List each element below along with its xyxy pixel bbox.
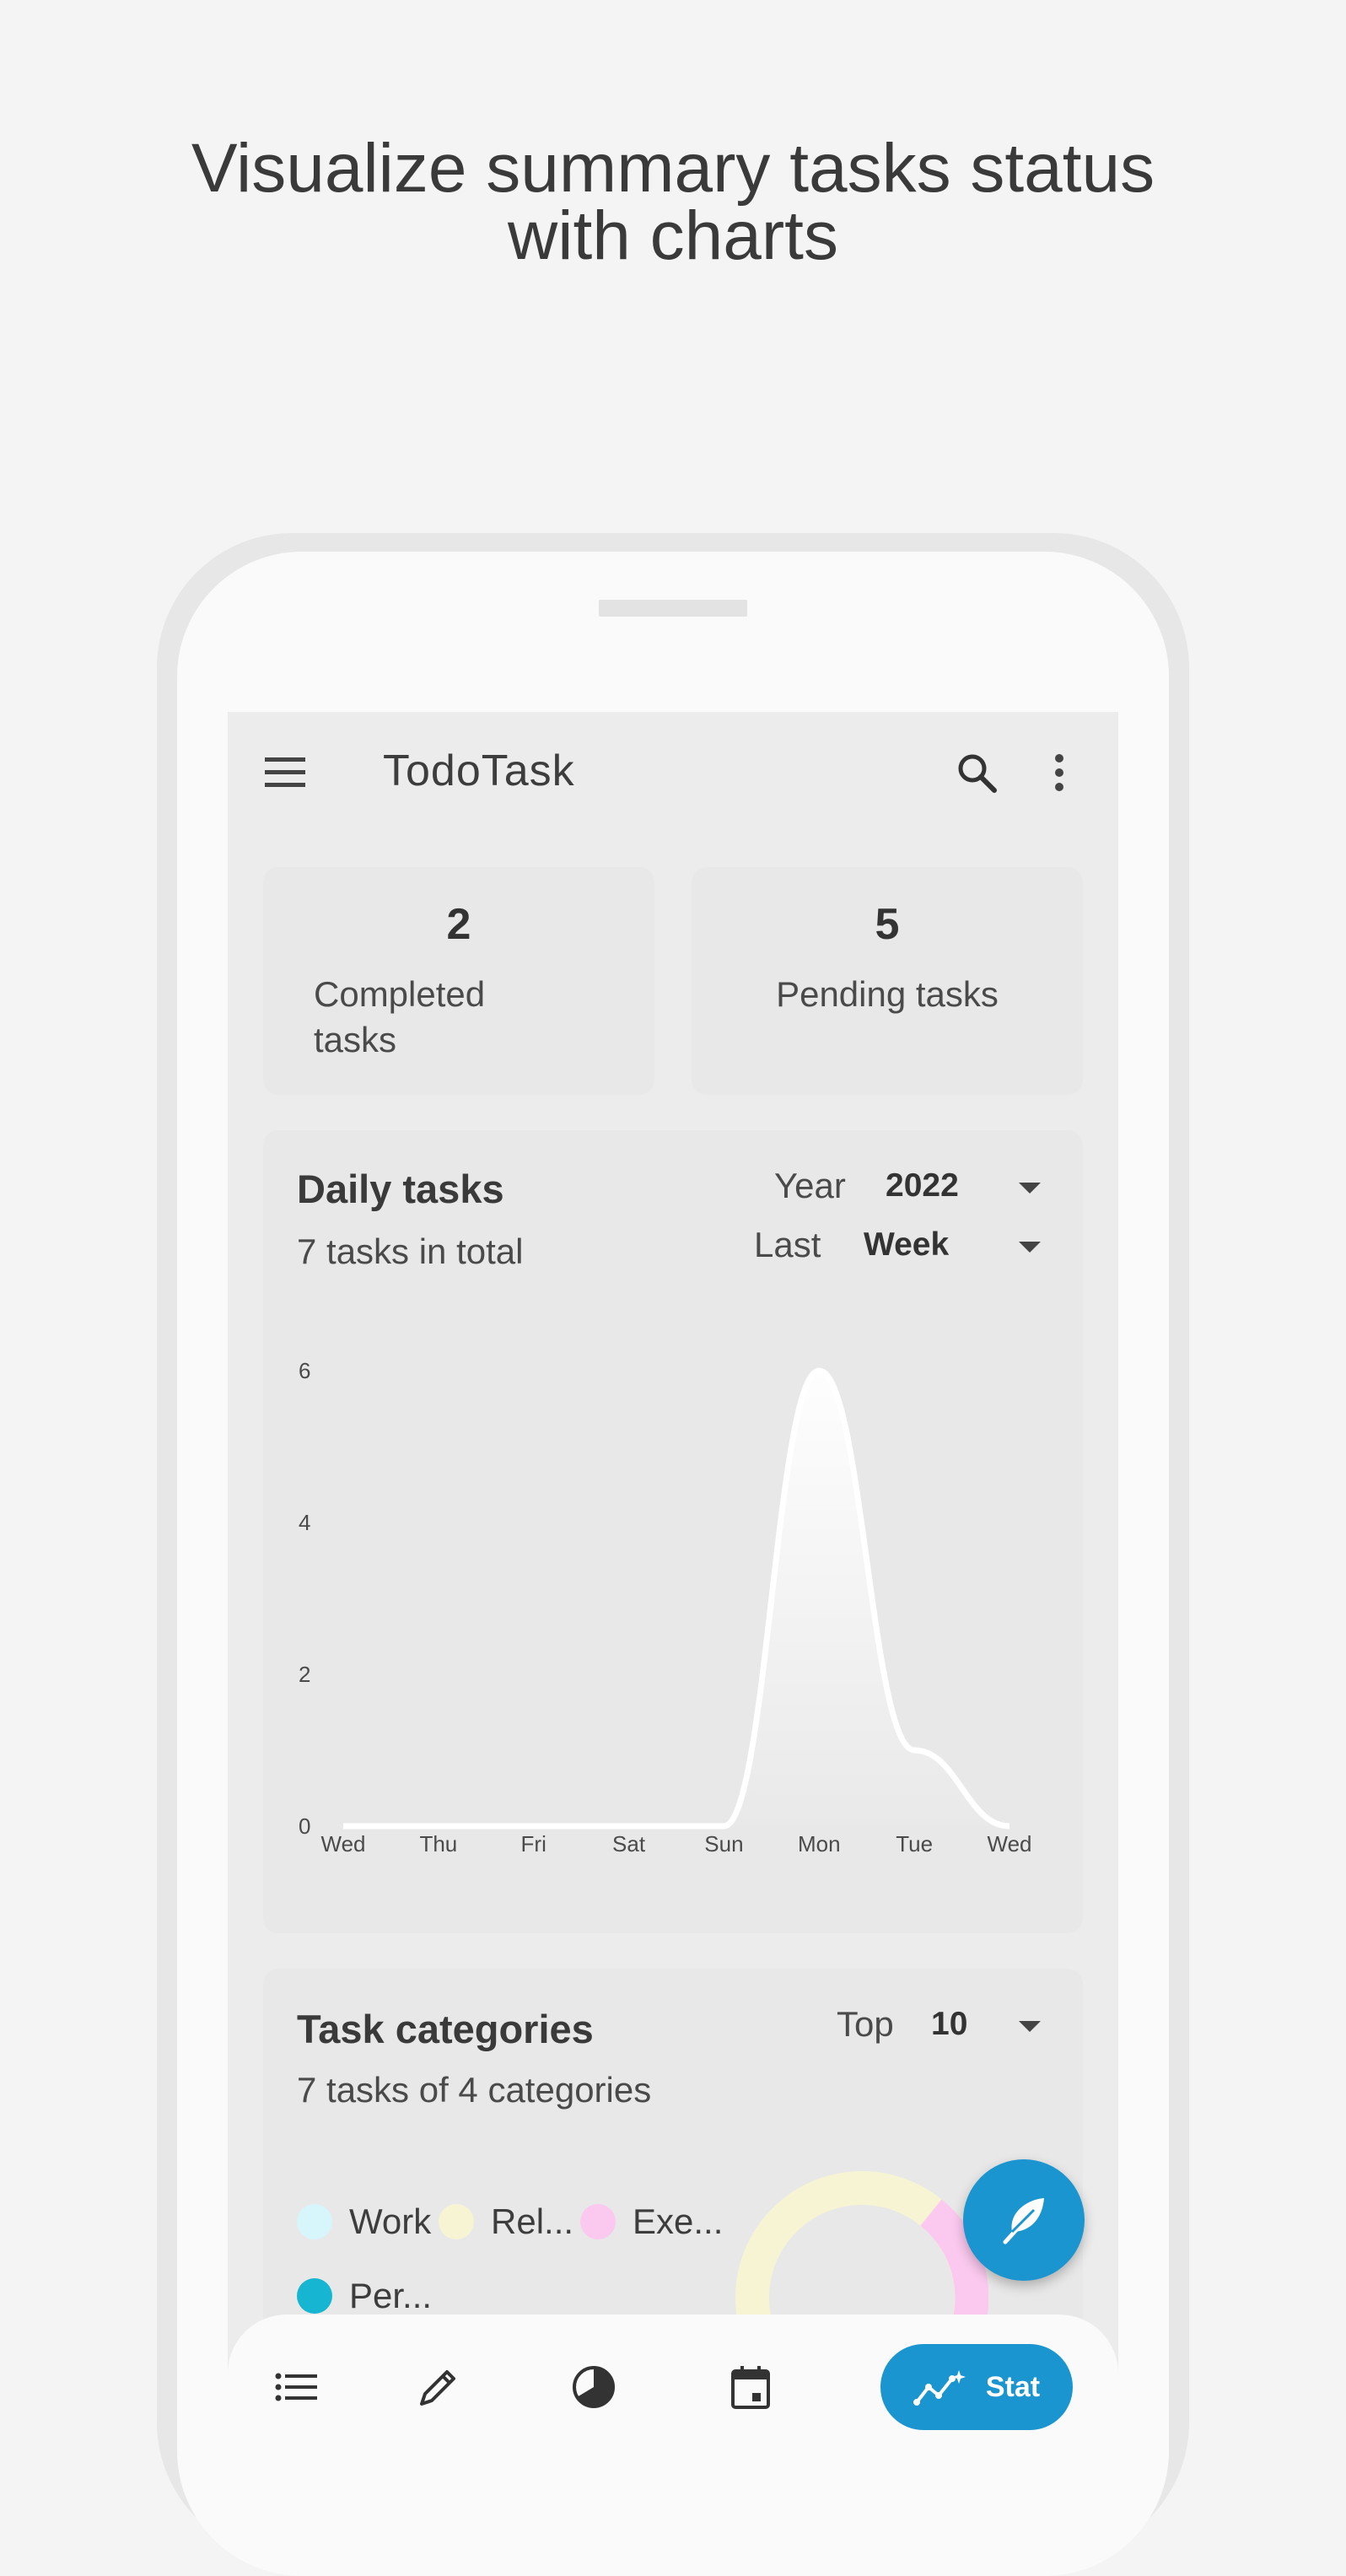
headline-line-2: with charts bbox=[508, 197, 838, 274]
menu-icon[interactable] bbox=[258, 746, 312, 800]
nav-edit-icon[interactable] bbox=[396, 2348, 481, 2426]
nav-calendar-icon[interactable] bbox=[708, 2348, 793, 2426]
legend-item-rel[interactable]: Rel... bbox=[439, 2196, 573, 2247]
top-value: 10 bbox=[931, 2006, 968, 2042]
stats-sparkle-icon bbox=[913, 2370, 966, 2406]
nav-stat-button[interactable]: Stat bbox=[880, 2344, 1073, 2430]
categories-title: Task categories bbox=[297, 2007, 594, 2051]
series-area bbox=[343, 1371, 1010, 1826]
nav-list-icon[interactable] bbox=[255, 2348, 339, 2426]
completed-tasks-card[interactable]: 2 Completed tasks bbox=[263, 867, 654, 1095]
y-tick-label: 6 bbox=[299, 1358, 310, 1383]
legend-label: Per... bbox=[349, 2276, 433, 2315]
app-screen: TodoTask 2 Completed tasks 5 Pending tas… bbox=[228, 712, 1118, 2451]
app-title: TodoTask bbox=[383, 746, 575, 795]
x-tick-label: Sat bbox=[612, 1831, 646, 1857]
daily-tasks-card: Daily tasks 7 tasks in total Year 2022 L… bbox=[263, 1130, 1083, 1933]
x-tick-label: Sun bbox=[704, 1831, 743, 1857]
pending-count: 5 bbox=[875, 900, 900, 949]
chevron-down-icon bbox=[1019, 2021, 1041, 2032]
legend-label: Work bbox=[349, 2201, 432, 2241]
bottom-nav: Stat bbox=[228, 2315, 1118, 2451]
legend-label: Rel... bbox=[491, 2201, 574, 2241]
x-tick-label: Tue bbox=[896, 1831, 933, 1857]
x-tick-label: Wed bbox=[988, 1831, 1032, 1857]
legend-swatch bbox=[297, 2278, 332, 2314]
daily-tasks-chart: 0 2 4 6 Wed Thu Fri Sat Sun Mon Tue Wed bbox=[299, 1358, 1032, 1857]
search-icon[interactable] bbox=[950, 746, 1004, 800]
top-label: Top bbox=[837, 2004, 894, 2044]
legend-item-per[interactable]: Per... bbox=[297, 2271, 432, 2321]
headline: Visualize summary tasks status with char… bbox=[0, 130, 1346, 274]
feather-icon bbox=[1003, 2198, 1044, 2245]
legend-swatch bbox=[580, 2204, 616, 2239]
headline-line-1: Visualize summary tasks status bbox=[191, 130, 1155, 207]
pending-label: Pending tasks bbox=[776, 974, 999, 1014]
x-tick-label: Mon bbox=[798, 1831, 841, 1857]
legend-label: Exe... bbox=[633, 2201, 724, 2241]
x-tick-label: Wed bbox=[321, 1831, 366, 1857]
nav-stat-label: Stat bbox=[985, 2370, 1041, 2403]
add-task-fab[interactable] bbox=[963, 2159, 1085, 2281]
pending-tasks-card[interactable]: 5 Pending tasks bbox=[692, 867, 1083, 1095]
legend-item-work[interactable]: Work bbox=[297, 2196, 431, 2247]
legend-swatch bbox=[439, 2204, 474, 2239]
completed-count: 2 bbox=[446, 900, 471, 949]
more-vert-icon[interactable] bbox=[1042, 746, 1076, 800]
x-tick-label: Thu bbox=[419, 1831, 457, 1857]
x-tick-label: Fri bbox=[521, 1831, 546, 1857]
legend-item-exe[interactable]: Exe... bbox=[580, 2196, 723, 2247]
legend-swatch bbox=[297, 2204, 332, 2239]
categories-subtitle: 7 tasks of 4 categories bbox=[297, 2070, 652, 2110]
app-bar: TodoTask bbox=[228, 712, 1118, 830]
phone-speaker bbox=[599, 600, 747, 617]
y-tick-label: 2 bbox=[299, 1662, 310, 1687]
nav-chart-pie-icon[interactable] bbox=[552, 2348, 636, 2426]
y-tick-label: 0 bbox=[299, 1813, 310, 1839]
y-tick-label: 4 bbox=[299, 1510, 310, 1535]
completed-label: Completed tasks bbox=[314, 974, 486, 1059]
